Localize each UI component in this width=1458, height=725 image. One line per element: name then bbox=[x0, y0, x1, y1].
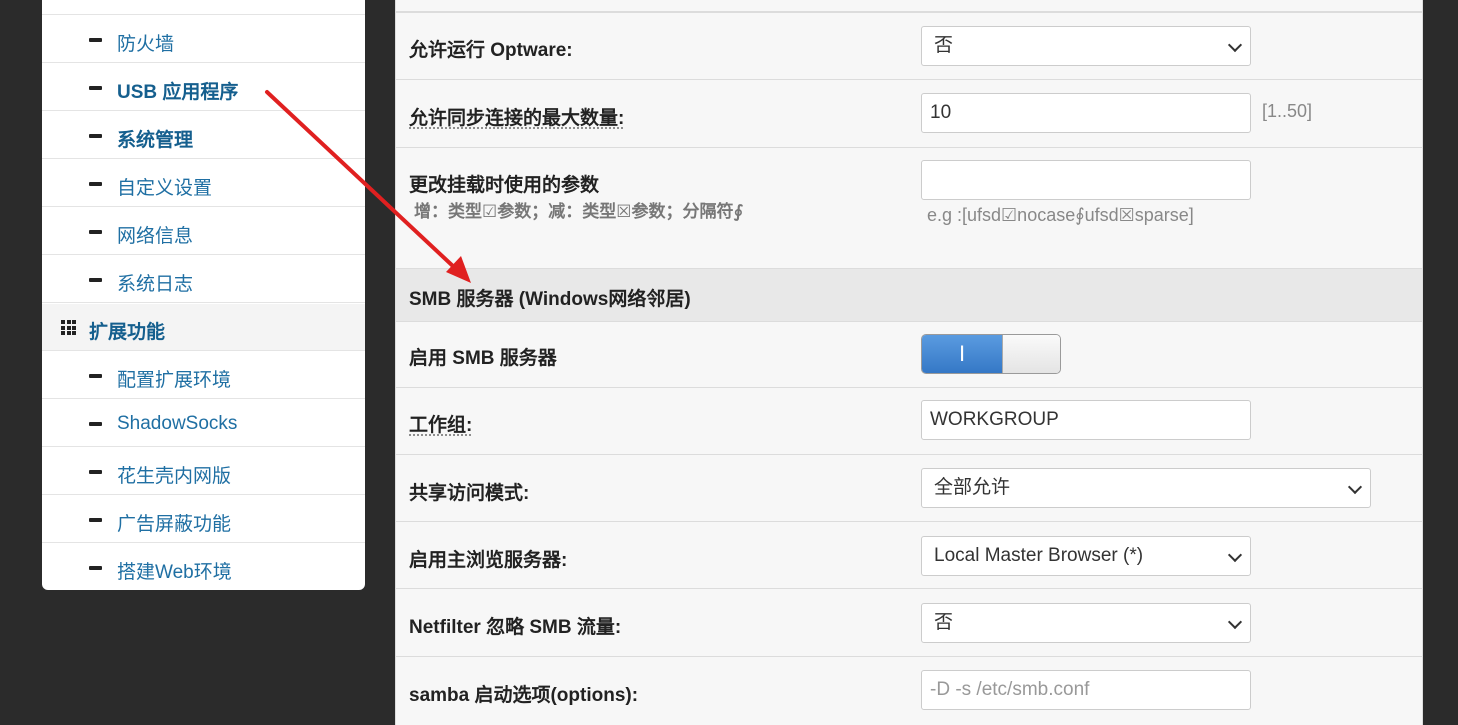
smb-enable-toggle[interactable]: I bbox=[921, 334, 1061, 374]
sidebar-item-partial bbox=[42, 0, 365, 15]
max-connections-label: 允许同步连接的最大数量: bbox=[409, 108, 625, 129]
mount-params-input[interactable] bbox=[921, 160, 1251, 200]
dash-icon bbox=[89, 86, 102, 90]
sidebar-item-label: 配置扩展环境 bbox=[117, 370, 232, 391]
smb-section-title: SMB 服务器 (Windows网络邻居) bbox=[409, 289, 691, 310]
sidebar-item-4[interactable]: 网络信息 bbox=[42, 208, 365, 255]
previous-row bbox=[396, 0, 1422, 12]
share-mode-value: 全部允许 bbox=[934, 477, 1011, 498]
max-connections-row: 允许同步连接的最大数量: 10 [1..50] bbox=[396, 79, 1422, 147]
optware-row: 允许运行 Optware: 否 bbox=[396, 12, 1422, 79]
chevron-down-icon bbox=[1227, 547, 1243, 563]
sidebar-item-label: USB 应用程序 bbox=[117, 82, 239, 103]
optware-select[interactable]: 否 bbox=[921, 26, 1251, 66]
netfilter-value: 否 bbox=[934, 612, 954, 633]
sidebar-item-3[interactable]: 自定义设置 bbox=[42, 160, 365, 207]
sidebar-item-1[interactable]: USB 应用程序 bbox=[42, 64, 365, 111]
toggle-on-side: I bbox=[922, 335, 1002, 373]
mount-params-label: 更改挂载时使用的参数 bbox=[409, 175, 600, 196]
samba-options-row: samba 启动选项(options): -D -s /etc/smb.conf bbox=[396, 656, 1422, 725]
toggle-knob bbox=[1002, 335, 1060, 373]
sidebar-item-0[interactable]: 防火墙 bbox=[42, 16, 365, 63]
dash-icon bbox=[89, 422, 102, 426]
dash-icon bbox=[89, 566, 102, 570]
samba-options-input[interactable]: -D -s /etc/smb.conf bbox=[921, 670, 1251, 710]
sidebar-item-label: 扩展功能 bbox=[89, 322, 166, 343]
sidebar-item-label: 搭建Web环境 bbox=[117, 562, 232, 583]
workgroup-label: 工作组: bbox=[409, 415, 473, 436]
sidebar-item-7[interactable]: 配置扩展环境 bbox=[42, 352, 365, 399]
share-mode-select[interactable]: 全部允许 bbox=[921, 468, 1371, 508]
sidebar-item-label: 花生壳内网版 bbox=[117, 466, 232, 487]
dash-icon bbox=[89, 278, 102, 282]
dash-icon bbox=[89, 182, 102, 186]
sidebar-item-label: 系统管理 bbox=[117, 130, 194, 151]
sidebar-item-label: ShadowSocks bbox=[117, 413, 238, 434]
sidebar-item-label: 网络信息 bbox=[117, 226, 194, 247]
sidebar-item-8[interactable]: ShadowSocks bbox=[42, 400, 365, 447]
max-connections-range: [1..50] bbox=[1262, 101, 1313, 121]
usb-settings-panel: 允许运行 Optware: 否 允许同步连接的最大数量: 10 [1..50] … bbox=[395, 0, 1423, 725]
sidebar-item-5[interactable]: 系统日志 bbox=[42, 256, 365, 303]
workgroup-row: 工作组: WORKGROUP bbox=[396, 387, 1422, 454]
sidebar-item-11[interactable]: 搭建Web环境 bbox=[42, 544, 365, 590]
share-mode-label: 共享访问模式: bbox=[409, 483, 530, 504]
dash-icon bbox=[89, 374, 102, 378]
dash-icon bbox=[89, 38, 102, 42]
sidebar-item-label: 自定义设置 bbox=[117, 178, 213, 199]
sidebar-item-2[interactable]: 系统管理 bbox=[42, 112, 365, 159]
sidebar-item-9[interactable]: 花生壳内网版 bbox=[42, 448, 365, 495]
apps-grid-icon bbox=[61, 320, 76, 335]
sidebar-item-label: 广告屏蔽功能 bbox=[117, 514, 232, 535]
dash-icon bbox=[89, 518, 102, 522]
mount-params-example: e.g :[ufsd☑nocase∮ufsd☒sparse] bbox=[927, 205, 1194, 225]
sidebar-item-6[interactable]: 扩展功能 bbox=[42, 304, 365, 351]
netfilter-select[interactable]: 否 bbox=[921, 603, 1251, 643]
max-connections-input[interactable]: 10 bbox=[921, 93, 1251, 133]
smb-section-header: SMB 服务器 (Windows网络邻居) bbox=[396, 268, 1422, 321]
workgroup-input[interactable]: WORKGROUP bbox=[921, 400, 1251, 440]
share-mode-row: 共享访问模式: 全部允许 bbox=[396, 454, 1422, 521]
sidebar-item-10[interactable]: 广告屏蔽功能 bbox=[42, 496, 365, 543]
master-browser-select[interactable]: Local Master Browser (*) bbox=[921, 536, 1251, 576]
dash-icon bbox=[89, 470, 102, 474]
mount-params-row: 更改挂载时使用的参数 增：类型☑参数；减：类型☒参数；分隔符∮ e.g :[uf… bbox=[396, 147, 1422, 268]
master-browser-label: 启用主浏览服务器: bbox=[409, 550, 568, 571]
samba-options-placeholder: -D -s /etc/smb.conf bbox=[930, 679, 1090, 700]
sidebar-item-label: 系统日志 bbox=[117, 274, 194, 295]
mount-params-sublabel: 增：类型☑参数；减：类型☒参数；分隔符∮ bbox=[414, 202, 744, 221]
master-browser-row: 启用主浏览服务器: Local Master Browser (*) bbox=[396, 521, 1422, 588]
sidebar-menu: 防火墙 USB 应用程序 系统管理自定义设置网络信息系统日志扩展功能配置扩展环境 Sh… bbox=[42, 0, 365, 590]
netfilter-row: Netfilter 忽略 SMB 流量: 否 bbox=[396, 588, 1422, 656]
sidebar-item-label: 防火墙 bbox=[117, 34, 175, 55]
chevron-down-icon bbox=[1227, 37, 1243, 53]
optware-label: 允许运行 Optware: bbox=[409, 40, 573, 61]
dash-icon bbox=[89, 230, 102, 234]
optware-value: 否 bbox=[934, 35, 954, 56]
chevron-down-icon bbox=[1227, 614, 1243, 630]
samba-options-label: samba 启动选项(options): bbox=[409, 685, 639, 706]
netfilter-label: Netfilter 忽略 SMB 流量: bbox=[409, 617, 622, 638]
chevron-down-icon bbox=[1347, 479, 1363, 495]
workgroup-value: WORKGROUP bbox=[930, 409, 1059, 430]
smb-enable-label: 启用 SMB 服务器 bbox=[409, 348, 557, 369]
max-connections-value: 10 bbox=[930, 102, 952, 123]
smb-enable-row: 启用 SMB 服务器 I bbox=[396, 321, 1422, 387]
master-browser-value: Local Master Browser (*) bbox=[934, 545, 1144, 566]
dash-icon bbox=[89, 134, 102, 138]
